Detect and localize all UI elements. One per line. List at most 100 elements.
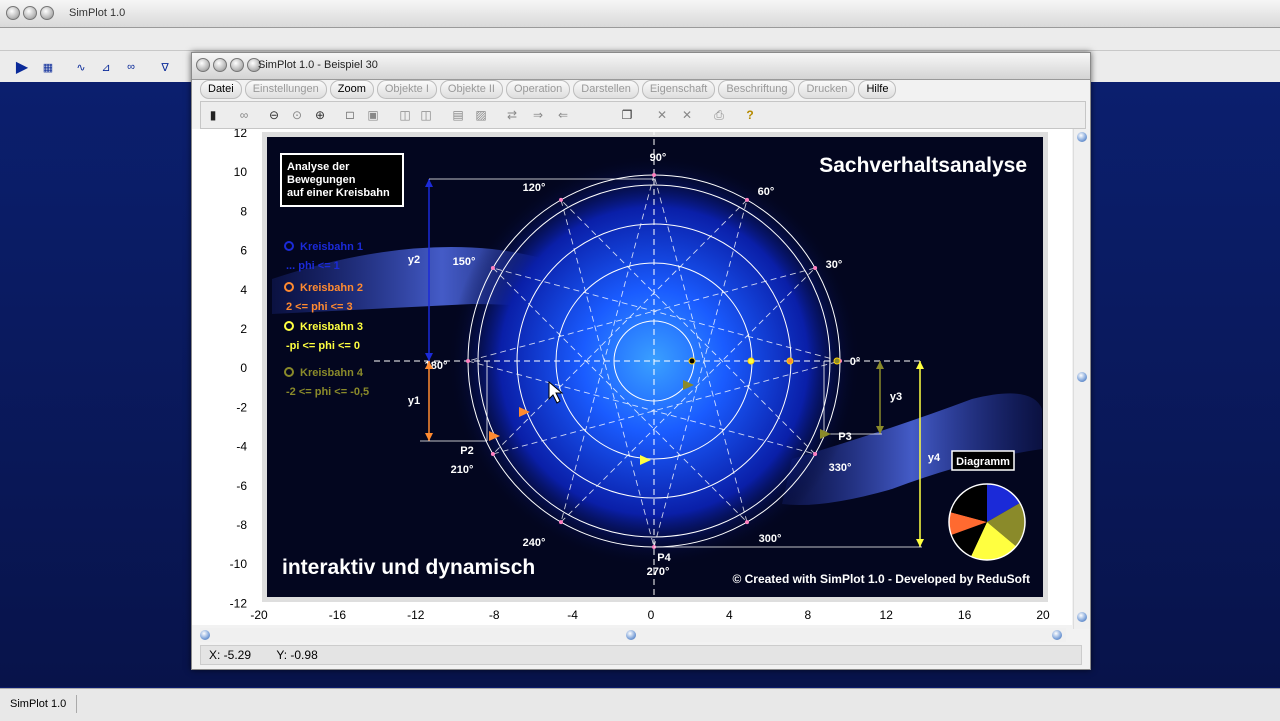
y-tick-label: -6 [236, 479, 247, 493]
y-tick-label: 10 [234, 165, 248, 179]
menu-beschriftung[interactable]: Beschriftung [718, 80, 796, 99]
angle-label: 120° [523, 182, 546, 194]
y-tick-label: 6 [240, 244, 247, 258]
menu-einstellungen[interactable]: Einstellungen [244, 80, 327, 99]
angle-label: 330° [829, 462, 852, 474]
plot-area[interactable]: 12 10 8 6 4 2 0 -2 -4 -6 -8 -10 -12 -20 -16 -12 -8 -4 0 4 8… [192, 126, 1072, 625]
x-tick-label: 16 [958, 608, 972, 622]
plot-icon[interactable]: ∿ [72, 58, 90, 76]
legend-name: Kreisbahn 2 [300, 282, 363, 294]
cross-icon[interactable]: ✕ [653, 106, 671, 124]
angle-label: 60° [758, 186, 775, 198]
window-toolbar: ▮ ∞ ⊖ ⊙ ⊕ □ ▣ ◫ ◫ ▤ ▨ ⇄ ⇒ ⇐ ❐ ✕ ✕ ⎙ ? [200, 101, 1086, 129]
chain-icon[interactable]: ∞ [235, 106, 253, 124]
xy-plot-icon[interactable]: ⊿ [97, 58, 115, 76]
menu-zoom[interactable]: Zoom [329, 80, 374, 99]
coord-x: X: -5.29 [209, 648, 252, 662]
orbit-point [688, 357, 696, 365]
vertical-scrollbar[interactable] [1073, 129, 1090, 629]
printer-icon[interactable]: ⎙ [710, 106, 728, 124]
menu-objekte-ii[interactable]: Objekte II [439, 80, 503, 99]
angle-marker [745, 197, 749, 202]
x-tick-label: 8 [804, 608, 811, 622]
angle-label: 90° [650, 152, 667, 164]
menu-hilfe[interactable]: Hilfe [858, 80, 897, 99]
zoom-out-icon[interactable]: ⊖ [265, 106, 283, 124]
document-window: SimPlot 1.0 - Beispiel 30 Datei Einstellu… [191, 52, 1091, 670]
dimension-label: y4 [928, 452, 941, 464]
window-menubar: Datei Einstellungen Zoom Objekte I Objekte I… [200, 80, 897, 100]
rectangle-icon[interactable]: □ [341, 106, 359, 124]
y-axis-ticks: 12 10 8 6 4 2 0 -2 -4 -6 -8 -10 -12 [230, 126, 248, 610]
document-icon[interactable]: ❐ [618, 106, 636, 124]
image-heading: Sachverhaltsanalyse [819, 154, 1027, 177]
orbit-point [833, 357, 841, 365]
move-icon[interactable]: ⇄ [503, 106, 521, 124]
param-plot-icon[interactable]: ∞ [122, 58, 140, 76]
dimension-label: y1 [408, 395, 420, 407]
frame-icon[interactable]: ▣ [364, 106, 382, 124]
x-tick-label: -12 [407, 608, 425, 622]
horizontal-scrollbar[interactable] [200, 628, 1066, 642]
angle-marker [813, 266, 818, 270]
angle-marker [490, 452, 495, 456]
menu-operation[interactable]: Operation [505, 80, 571, 99]
x-tick-label: -20 [250, 608, 268, 622]
doc-window-controls[interactable] [196, 58, 261, 72]
angle-label: 0° [850, 356, 861, 368]
legend-range: -2 <= phi <= -0,5 [286, 386, 369, 398]
image-tagline: interaktiv und dynamisch [282, 556, 535, 579]
arrow-right-icon[interactable]: ⇒ [529, 106, 547, 124]
menu-eigenschaft[interactable]: Eigenschaft [641, 80, 716, 99]
point-label: P4 [657, 552, 671, 564]
diagram-label: Diagramm [956, 456, 1010, 468]
copy-icon[interactable]: ◫ [396, 106, 414, 124]
window-title: SimPlot 1.0 - Beispiel 30 [258, 59, 378, 71]
menu-drucken[interactable]: Drucken [798, 80, 856, 99]
x-tick-label: 4 [726, 608, 733, 622]
paste-icon[interactable]: ◫ [417, 106, 435, 124]
x-tick-label: -4 [567, 608, 578, 622]
orbit-point [786, 357, 794, 365]
y-tick-label: -4 [236, 440, 247, 454]
grid-icon[interactable]: ▤ [449, 106, 467, 124]
plot-svg: 121086420-2-4-6-8-10-12 -20 -16 -12 -8 -4 0 4 8… [230, 126, 1050, 622]
menu-darstellen[interactable]: Darstellen [573, 80, 639, 99]
angle-label: 300° [759, 533, 782, 545]
x-tick-label: -16 [329, 608, 347, 622]
y-tick-label: -2 [236, 400, 247, 414]
app-titlebar: SimPlot 1.0 [0, 0, 1280, 28]
angle-marker [559, 520, 563, 525]
dimension-label: y3 [890, 391, 902, 403]
legend-name: Kreisbahn 3 [300, 321, 363, 333]
help-icon[interactable]: ? [741, 106, 759, 124]
zoom-in-icon[interactable]: ⊕ [311, 106, 329, 124]
menu-objekte-i[interactable]: Objekte I [376, 80, 437, 99]
filter-icon[interactable]: ∇ [156, 58, 174, 76]
image-icon[interactable]: ▨ [472, 106, 490, 124]
x-axis-ticks: -20 -16 -12 -8 -4 0 4 8 12 16 20 [250, 608, 1050, 622]
legend-range: 2 <= phi <= 3 [286, 301, 353, 313]
statusbar: SimPlot 1.0 [0, 688, 1280, 721]
coord-y: Y: -0.98 [276, 648, 318, 662]
angle-marker [490, 266, 495, 270]
angle-label: 210° [451, 464, 474, 476]
app-title: SimPlot 1.0 [69, 7, 126, 19]
y-tick-label: -8 [236, 518, 247, 532]
cross2-icon[interactable]: ✕ [678, 106, 696, 124]
angle-marker [652, 173, 656, 177]
window-controls[interactable] [6, 6, 54, 20]
table-icon[interactable]: ▦ [39, 58, 57, 76]
arrow-left-icon[interactable]: ⇐ [554, 106, 572, 124]
y-tick-label: 4 [240, 283, 247, 297]
menu-datei[interactable]: Datei [200, 80, 242, 99]
zoom-icon[interactable]: ⊙ [288, 106, 306, 124]
calculator-icon[interactable]: ▮ [204, 106, 222, 124]
x-tick-label: 0 [648, 608, 655, 622]
play-icon[interactable]: ▶ [13, 58, 31, 76]
angle-marker [813, 452, 818, 456]
window-titlebar: SimPlot 1.0 - Beispiel 30 [192, 53, 1090, 80]
info-box-line: Bewegungen [287, 174, 356, 186]
app-menubar [0, 28, 1280, 51]
legend-range: ... phi <= 1 [286, 260, 340, 272]
